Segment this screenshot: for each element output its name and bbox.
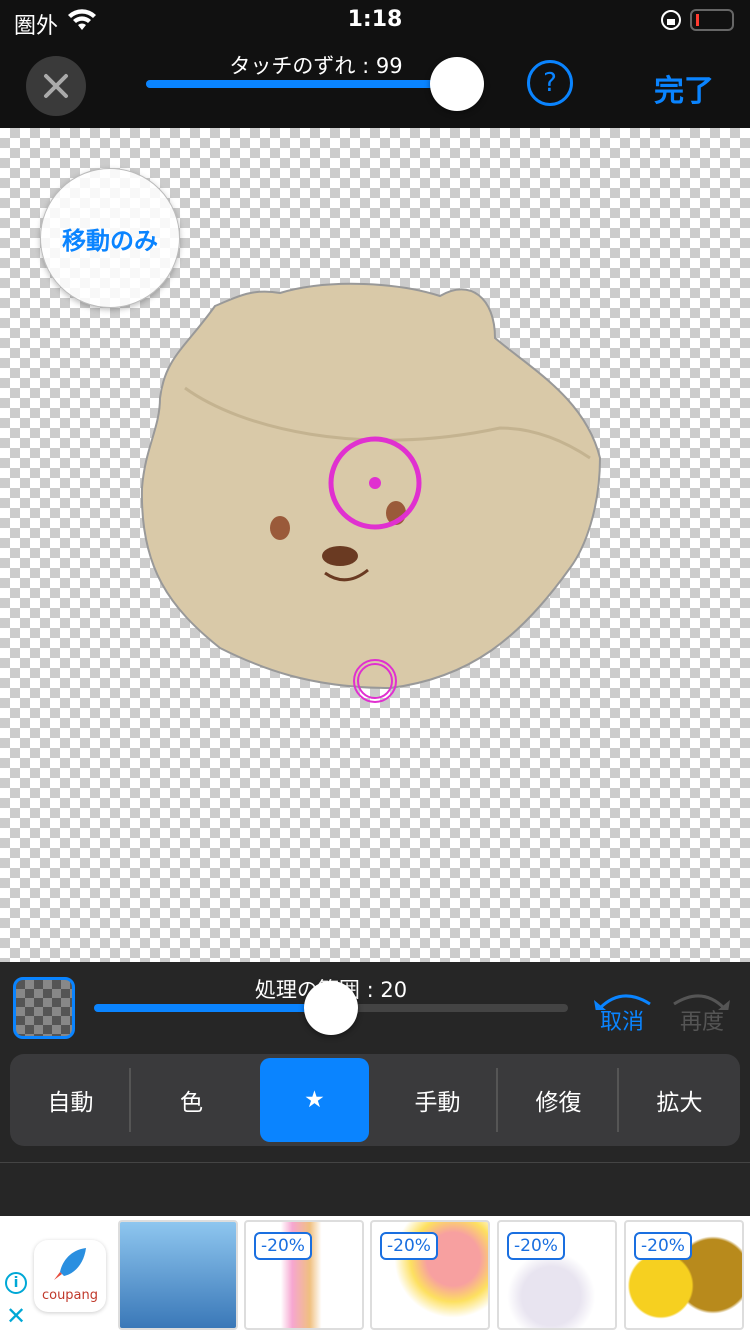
touch-offset-slider[interactable] — [146, 57, 484, 111]
coupang-logo[interactable]: coupang — [34, 1240, 106, 1312]
image-canvas[interactable]: 移動のみ — [0, 128, 750, 962]
ad-info-icon[interactable]: i — [5, 1272, 27, 1294]
undo-button[interactable]: 取消 — [590, 990, 654, 1036]
ad-product[interactable]: -20% — [244, 1220, 364, 1330]
redo-button[interactable]: 再度 — [670, 990, 734, 1036]
done-button[interactable]: 完了 — [654, 66, 714, 110]
top-toolbar: タッチのずれ : 99 ? 完了 — [0, 40, 750, 128]
slider-fill — [146, 80, 457, 88]
discount-badge: -20% — [507, 1232, 565, 1260]
slider-thumb[interactable] — [429, 57, 484, 111]
tab-color[interactable]: 色 — [131, 1054, 252, 1146]
rocket-icon — [54, 1248, 86, 1280]
rotation-lock-icon — [661, 10, 681, 30]
status-bar: 圏外 1:18 — [0, 0, 750, 40]
ad-banner[interactable]: i ✕ coupang -20% -20% -20% -20% — [0, 1216, 750, 1334]
ad-product[interactable]: -20% — [624, 1220, 744, 1330]
battery-icon — [690, 9, 734, 31]
move-only-button[interactable]: 移動のみ — [40, 168, 180, 308]
clock: 1:18 — [347, 7, 403, 32]
tab-auto[interactable]: 自動 — [10, 1054, 132, 1146]
slider-thumb[interactable] — [304, 981, 358, 1035]
help-button[interactable]: ? — [527, 60, 573, 106]
redo-icon — [673, 994, 730, 1010]
discount-badge: -20% — [380, 1232, 438, 1260]
background-toggle-button[interactable] — [13, 977, 75, 1039]
close-icon — [44, 74, 68, 98]
mode-tabs: 自動 色 ★ 手動 修復 拡大 — [10, 1054, 740, 1146]
ad-product[interactable]: -20% — [497, 1220, 617, 1330]
divider — [0, 1162, 750, 1163]
tab-manual[interactable]: 手動 — [377, 1054, 498, 1146]
bottom-toolbar: 処理の範囲 : 20 取消 再度 自動 色 ★ 手動 修復 拡大 — [0, 962, 750, 1216]
discount-badge: -20% — [254, 1232, 312, 1260]
ad-product[interactable]: -20% — [370, 1220, 490, 1330]
undo-icon — [594, 994, 651, 1010]
tab-zoom[interactable]: 拡大 — [619, 1054, 740, 1146]
ad-product[interactable] — [118, 1220, 238, 1330]
slider-fill — [94, 1004, 331, 1012]
tab-favorite[interactable]: ★ — [260, 1058, 369, 1142]
tab-repair[interactable]: 修復 — [498, 1054, 620, 1146]
ad-brand: coupang — [41, 1288, 99, 1303]
range-slider[interactable] — [94, 981, 568, 1035]
ad-close-icon[interactable]: ✕ — [6, 1302, 26, 1330]
close-button[interactable] — [26, 56, 86, 116]
discount-badge: -20% — [634, 1232, 692, 1260]
